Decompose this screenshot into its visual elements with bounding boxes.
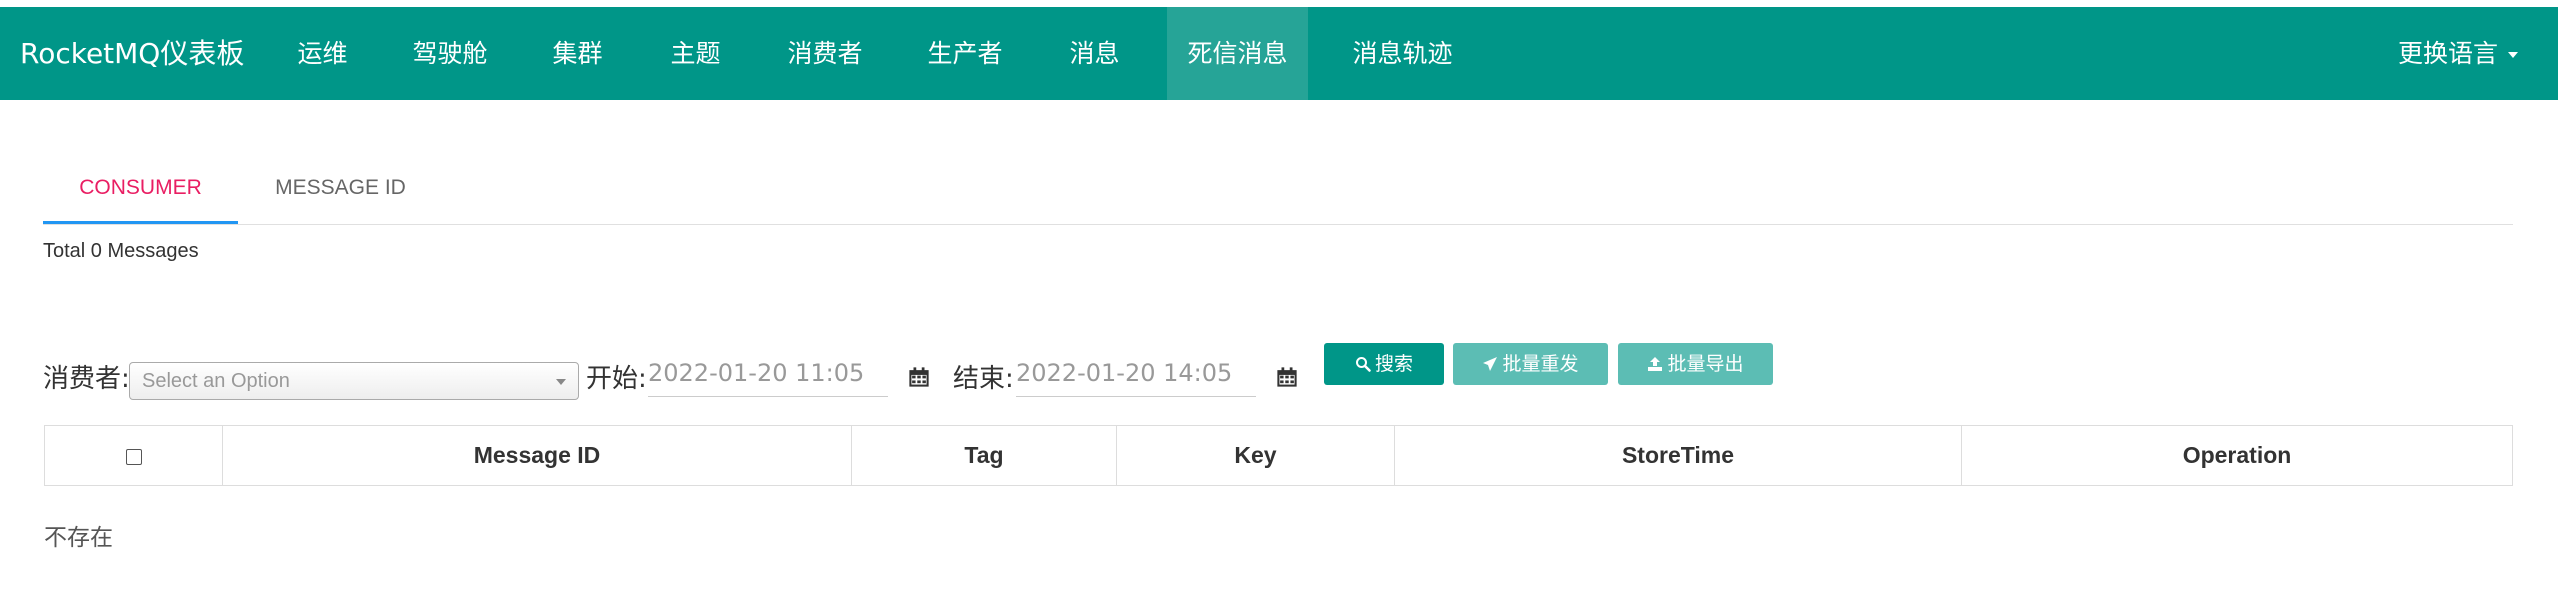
nav-item-dashboard[interactable]: 驾驶舱	[405, 7, 495, 100]
nav-item-topic[interactable]: 主题	[663, 7, 728, 100]
end-time-input[interactable]	[1016, 350, 1256, 397]
filter-row: 消费者: Select an Option 开始: 结束: 搜索	[43, 340, 1843, 400]
column-header-tag[interactable]: Tag	[852, 426, 1117, 485]
start-label: 开始:	[586, 364, 647, 394]
select-arrow-icon	[556, 379, 566, 385]
nav-item-dlq-message[interactable]: 死信消息	[1167, 7, 1308, 100]
nav-item-producer[interactable]: 生产者	[920, 7, 1010, 100]
consumer-select[interactable]: Select an Option	[129, 362, 579, 400]
nav-item-cluster[interactable]: 集群	[545, 7, 610, 100]
language-dropdown[interactable]: 更换语言	[2398, 7, 2518, 100]
export-icon	[1648, 357, 1663, 371]
caret-down-icon	[2508, 52, 2518, 58]
tab-bar: CONSUMER MESSAGE ID	[43, 160, 2513, 225]
nav-item-consumer[interactable]: 消费者	[780, 7, 870, 100]
column-header-key[interactable]: Key	[1117, 426, 1395, 485]
calendar-icon[interactable]	[908, 366, 930, 388]
top-navbar: RocketMQ仪表板 运维 驾驶舱 集群 主题 消费者 生产者 消息 死信消息…	[0, 7, 2558, 100]
column-header-operation[interactable]: Operation	[1962, 426, 2512, 485]
search-button[interactable]: 搜索	[1324, 343, 1444, 385]
nav-item-message[interactable]: 消息	[1062, 7, 1127, 100]
batch-export-label: 批量导出	[1667, 353, 1744, 375]
select-all-checkbox[interactable]	[125, 448, 142, 465]
calendar-icon[interactable]	[1276, 366, 1298, 388]
batch-export-button[interactable]: 批量导出	[1618, 343, 1773, 385]
end-label: 结束:	[953, 364, 1014, 394]
batch-resend-button[interactable]: 批量重发	[1453, 343, 1608, 385]
nav-item-message-trace[interactable]: 消息轨迹	[1345, 7, 1460, 100]
tab-consumer[interactable]: CONSUMER	[43, 160, 238, 224]
consumer-label: 消费者:	[43, 364, 130, 394]
search-icon	[1355, 357, 1371, 372]
tab-message-id[interactable]: MESSAGE ID	[238, 160, 443, 224]
select-all-header	[45, 426, 223, 485]
message-table: Message ID Tag Key StoreTime Operation	[44, 425, 2513, 486]
nav-item-ops[interactable]: 运维	[290, 7, 355, 100]
empty-state-text: 不存在	[44, 525, 113, 551]
send-icon	[1483, 357, 1498, 371]
consumer-select-placeholder: Select an Option	[142, 370, 290, 392]
total-messages: Total 0 Messages	[43, 240, 199, 262]
brand-title[interactable]: RocketMQ仪表板	[20, 7, 244, 100]
column-header-storetime[interactable]: StoreTime	[1395, 426, 1962, 485]
language-label: 更换语言	[2397, 39, 2498, 68]
column-header-message-id[interactable]: Message ID	[223, 426, 852, 485]
start-time-input[interactable]	[648, 350, 888, 397]
top-strip	[0, 0, 2558, 7]
batch-resend-label: 批量重发	[1502, 353, 1579, 375]
search-button-label: 搜索	[1374, 353, 1413, 375]
